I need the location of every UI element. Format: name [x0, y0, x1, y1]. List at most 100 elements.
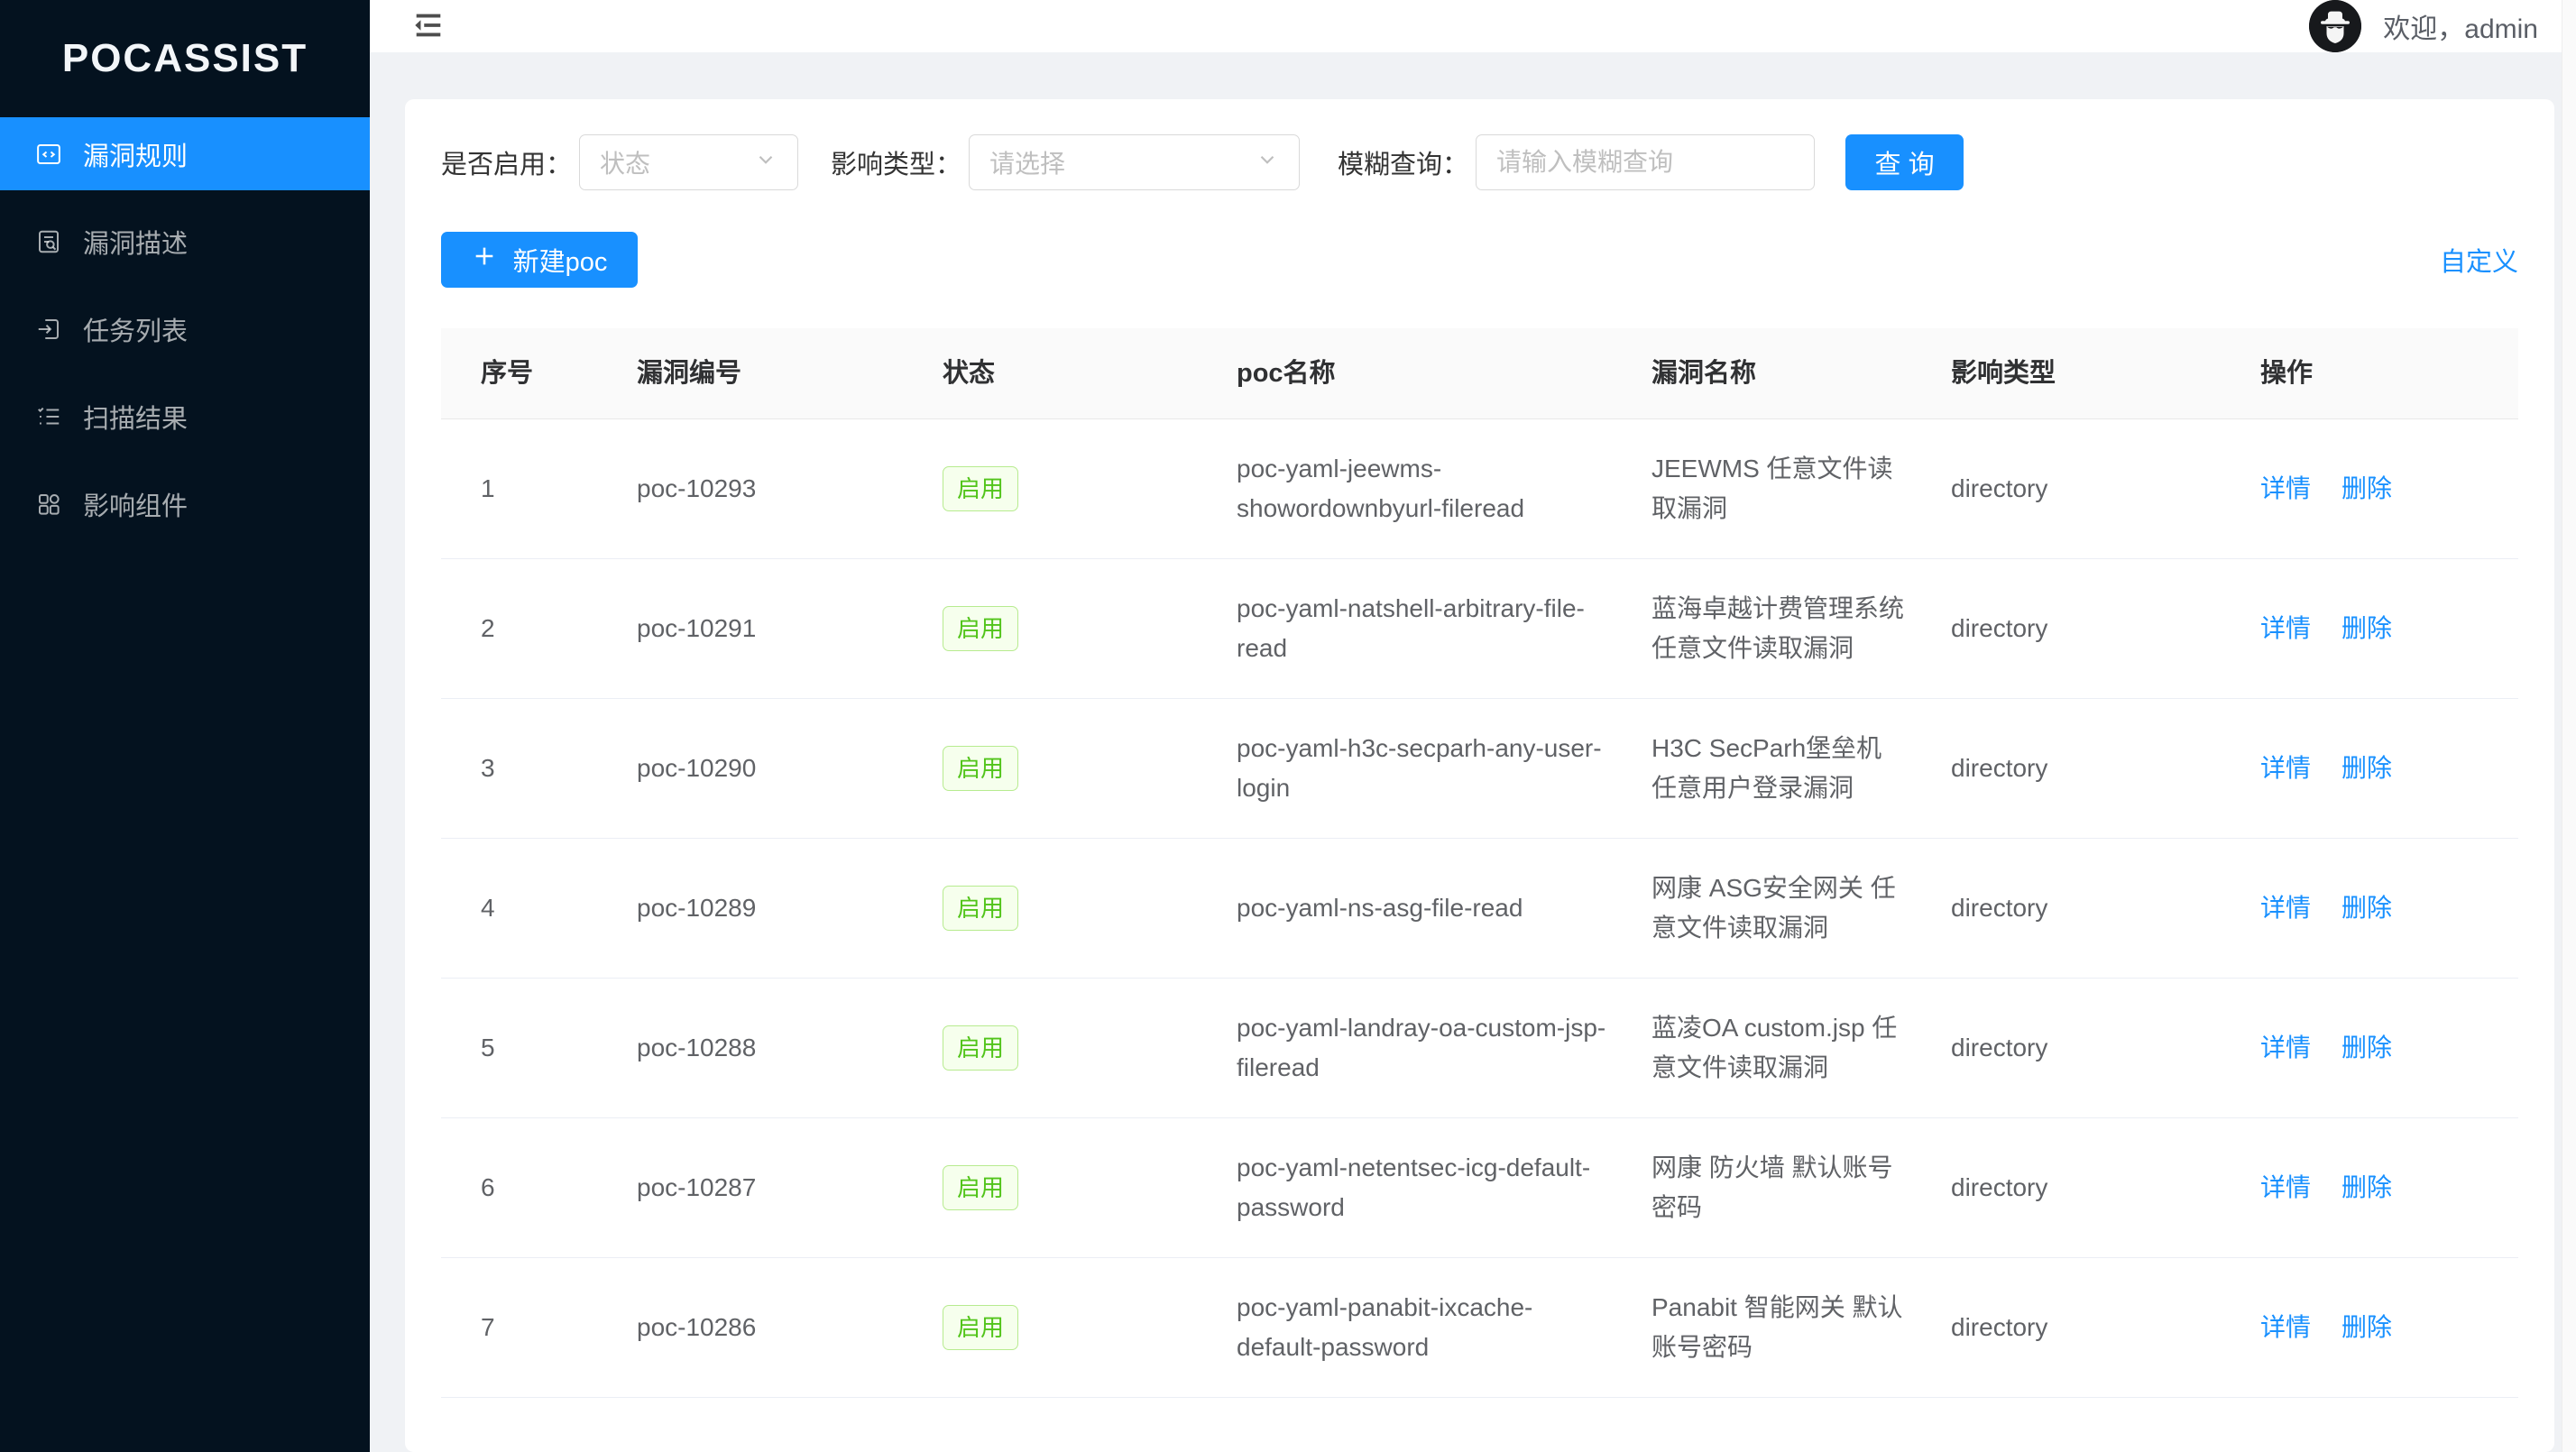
affect-type: directory: [1951, 1143, 2260, 1233]
vuln-name: 网康 防火墙 默认账号密码: [1651, 1123, 1951, 1253]
row-index: 7: [441, 1282, 637, 1373]
vuln-name: 网康 ASG安全网关 任意文件读取漏洞: [1651, 843, 1951, 973]
toolbar: 新建poc 自定义: [441, 232, 2518, 288]
status-badge: 启用: [943, 466, 1018, 511]
vuln-name: 蓝凌OA custom.jsp 任意文件读取漏洞: [1651, 983, 1951, 1113]
code-window-icon: [34, 140, 63, 169]
column-header: poc名称: [1237, 328, 1651, 418]
delete-link[interactable]: 删除: [2341, 609, 2392, 648]
affect-filter-label: 影响类型：: [831, 143, 961, 181]
detail-link[interactable]: 详情: [2260, 469, 2311, 509]
search-button[interactable]: 查 询: [1845, 134, 1964, 190]
vuln-id: poc-10288: [637, 1003, 943, 1093]
delete-link[interactable]: 删除: [2341, 888, 2392, 928]
customize-link[interactable]: 自定义: [2440, 241, 2518, 279]
welcome-text: 欢迎，admin: [2383, 6, 2538, 46]
column-header: 序号: [441, 328, 637, 418]
status-select-placeholder: 状态: [600, 144, 650, 180]
detail-link[interactable]: 详情: [2260, 888, 2311, 928]
menu-fold-icon[interactable]: [411, 8, 447, 44]
status-cell: 启用: [943, 721, 1237, 816]
enabled-filter-label: 是否启用：: [441, 143, 572, 181]
delete-link[interactable]: 删除: [2341, 1168, 2392, 1208]
components-icon: [34, 490, 63, 519]
vuln-name: H3C SecParh堡垒机 任意用户登录漏洞: [1651, 703, 1951, 833]
sidebar-item-label: 漏洞规则: [83, 135, 188, 173]
affect-type: directory: [1951, 1003, 2260, 1093]
table-row: 1poc-10293启用 poc-yaml-jeewms-showordownby…: [441, 419, 2518, 559]
checklist-icon: [34, 402, 63, 431]
poc-name: poc-yaml-h3c-secparh-any-user-login: [1237, 703, 1651, 833]
detail-link[interactable]: 详情: [2260, 609, 2311, 648]
filter-bar: 是否启用： 状态 影响类型： 请选择 模糊查询： 查 询: [441, 134, 2518, 190]
new-poc-label: 新建poc: [513, 241, 608, 279]
detail-link[interactable]: 详情: [2260, 749, 2311, 788]
affect-type: directory: [1951, 584, 2260, 674]
vuln-name: Panabit 智能网关 默认账号密码: [1651, 1263, 1951, 1392]
table-row: 7poc-10286启用poc-yaml-panabit-ixcache-def…: [441, 1258, 2518, 1398]
fuzzy-search-input[interactable]: [1476, 134, 1815, 190]
vuln-id: poc-10293: [637, 444, 943, 534]
vuln-id: poc-10290: [637, 723, 943, 813]
vuln-id: poc-10287: [637, 1143, 943, 1233]
sidebar: POCASSIST 漏洞规则 漏洞描述 任务列表 扫描结果: [0, 0, 370, 1452]
status-cell: 启用: [943, 1280, 1237, 1375]
poc-name: poc-yaml-ns-asg-file-read: [1237, 863, 1651, 953]
sidebar-item-affected-components[interactable]: 影响组件: [0, 467, 370, 540]
fuzzy-filter-label: 模糊查询：: [1338, 143, 1468, 181]
status-select[interactable]: 状态: [579, 134, 798, 190]
affect-type: directory: [1951, 723, 2260, 813]
table-header: 序号 漏洞编号 状态 poc名称 漏洞名称 影响类型 操作: [441, 328, 2518, 419]
poc-rules-card: 是否启用： 状态 影响类型： 请选择 模糊查询： 查 询: [405, 99, 2554, 1452]
column-header: 漏洞编号: [637, 328, 943, 418]
delete-link[interactable]: 删除: [2341, 469, 2392, 509]
login-icon: [34, 315, 63, 344]
sidebar-menu: 漏洞规则 漏洞描述 任务列表 扫描结果 影响组件: [0, 117, 370, 540]
table-row: 5poc-10288启用poc-yaml-landray-oa-custom-j…: [441, 979, 2518, 1118]
affect-type-select[interactable]: 请选择: [969, 134, 1300, 190]
detail-link[interactable]: 详情: [2260, 1028, 2311, 1068]
row-index: 1: [441, 444, 637, 534]
detail-link[interactable]: 详情: [2260, 1308, 2311, 1347]
detail-link[interactable]: 详情: [2260, 1168, 2311, 1208]
column-header: 漏洞名称: [1651, 328, 1951, 418]
sidebar-item-vuln-desc[interactable]: 漏洞描述: [0, 205, 370, 278]
poc-name: poc-yaml-netentsec-icg-default-password: [1237, 1123, 1651, 1253]
user-avatar[interactable]: [2309, 0, 2361, 52]
status-badge: 启用: [943, 1165, 1018, 1210]
status-badge: 启用: [943, 1025, 1018, 1071]
delete-link[interactable]: 删除: [2341, 749, 2392, 788]
app-logo: POCASSIST: [0, 0, 370, 117]
scrollbar[interactable]: [2562, 0, 2576, 1452]
sidebar-item-task-list[interactable]: 任务列表: [0, 292, 370, 365]
new-poc-button[interactable]: 新建poc: [441, 232, 638, 288]
poc-name: poc-yaml-jeewms-showordownbyurl-fileread: [1237, 424, 1651, 554]
sidebar-item-label: 扫描结果: [83, 398, 188, 436]
delete-link[interactable]: 删除: [2341, 1028, 2392, 1068]
topbar: 欢迎，admin: [370, 0, 2576, 52]
status-cell: 启用: [943, 860, 1237, 956]
sidebar-item-vuln-rules[interactable]: 漏洞规则: [0, 117, 370, 190]
table-body: 1poc-10293启用poc-yaml-jeewms-showordownby…: [441, 419, 2518, 1398]
affect-type: directory: [1951, 444, 2260, 534]
poc-name: poc-yaml-natshell-arbitrary-file-read: [1237, 564, 1651, 694]
actions-cell: 详情删除: [2260, 863, 2518, 953]
status-badge: 启用: [943, 886, 1018, 931]
file-search-icon: [34, 227, 63, 256]
row-index: 2: [441, 584, 637, 674]
poc-table: 序号 漏洞编号 状态 poc名称 漏洞名称 影响类型 操作 1poc-10293…: [441, 328, 2518, 1398]
sidebar-item-scan-results[interactable]: 扫描结果: [0, 380, 370, 453]
table-row: 6poc-10287启用poc-yaml-netentsec-icg-defau…: [441, 1118, 2518, 1258]
vuln-id: poc-10289: [637, 863, 943, 953]
actions-cell: 详情删除: [2260, 1003, 2518, 1093]
affect-type: directory: [1951, 1282, 2260, 1373]
vuln-id: poc-10291: [637, 584, 943, 674]
content-area: 是否启用： 状态 影响类型： 请选择 模糊查询： 查 询: [370, 52, 2576, 1452]
vuln-name: JEEWMS 任意文件读取漏洞: [1651, 424, 1951, 554]
delete-link[interactable]: 删除: [2341, 1308, 2392, 1347]
affect-select-placeholder: 请选择: [989, 144, 1065, 180]
table-row: 2poc-10291启用poc-yaml-natshell-arbitrary-…: [441, 559, 2518, 699]
status-badge: 启用: [943, 1305, 1018, 1350]
affect-type: directory: [1951, 863, 2260, 953]
actions-cell: 详情删除: [2260, 1143, 2518, 1233]
